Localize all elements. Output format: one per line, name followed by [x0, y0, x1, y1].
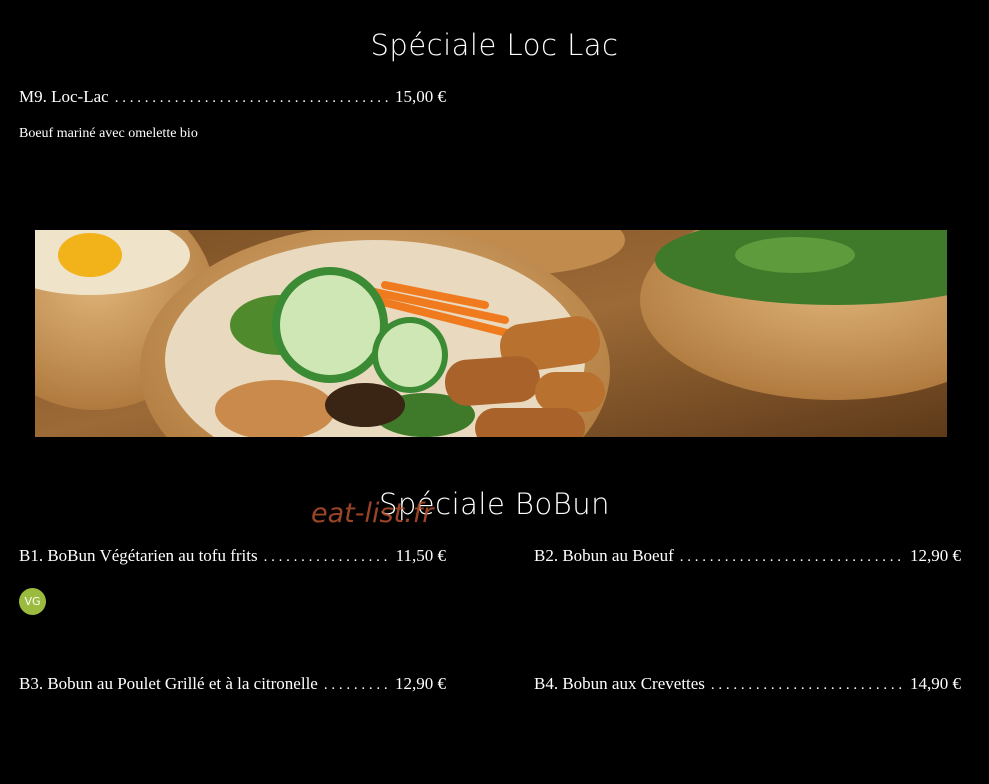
- item-price: 14,90 €: [910, 674, 961, 693]
- item-price: 15,00 €: [395, 87, 446, 106]
- dot-leader: [115, 90, 389, 107]
- vegetarian-badge: VG: [19, 588, 46, 615]
- dot-leader: [324, 677, 389, 694]
- menu-item-b1: B1. BoBun Végétarien au tofu frits 11,50…: [19, 546, 446, 566]
- menu-item-b2: B2. Bobun au Boeuf 12,90 €: [534, 546, 961, 566]
- item-price: 12,90 €: [395, 674, 446, 693]
- food-banner-image: [35, 230, 947, 437]
- item-name: B2. Bobun au Boeuf: [534, 546, 674, 565]
- dot-leader: [264, 549, 390, 566]
- item-name: B3. Bobun au Poulet Grillé et à la citro…: [19, 674, 318, 693]
- section-title-loclac: Spéciale Loc Lac: [370, 28, 619, 62]
- menu-item-b3: B3. Bobun au Poulet Grillé et à la citro…: [19, 674, 446, 694]
- dot-leader: [711, 677, 904, 694]
- section-title-bobun: Spéciale BoBun: [378, 487, 611, 521]
- item-description: Boeuf mariné avec omelette bio: [19, 126, 198, 141]
- menu-item-m9: M9. Loc-Lac 15,00 €: [19, 87, 446, 107]
- watermark-text: eat-list.fr: [311, 498, 434, 529]
- item-price: 11,50 €: [395, 546, 446, 565]
- item-name: B1. BoBun Végétarien au tofu frits: [19, 546, 258, 565]
- dot-leader: [680, 549, 904, 566]
- menu-item-b4: B4. Bobun aux Crevettes 14,90 €: [534, 674, 961, 694]
- item-name: B4. Bobun aux Crevettes: [534, 674, 705, 693]
- item-name: M9. Loc-Lac: [19, 87, 109, 106]
- item-price: 12,90 €: [910, 546, 961, 565]
